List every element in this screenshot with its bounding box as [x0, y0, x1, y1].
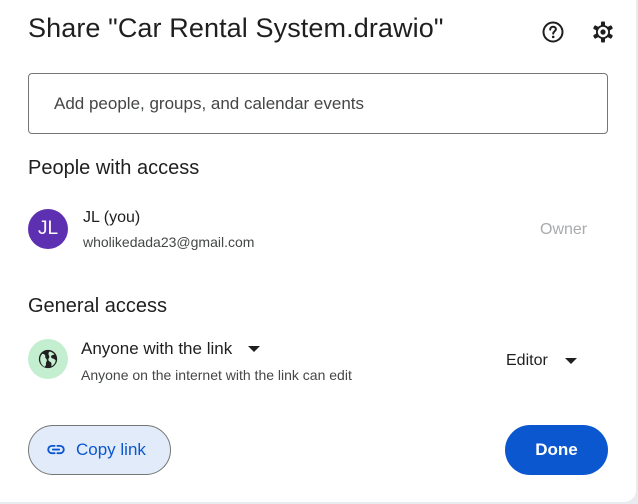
- avatar[interactable]: JL: [28, 209, 68, 249]
- person-name: JL (you): [83, 209, 141, 226]
- done-button[interactable]: Done: [505, 425, 608, 475]
- help-circle-icon: [542, 21, 564, 43]
- general-access-description: Anyone on the internet with the link can…: [81, 367, 352, 383]
- add-people-input[interactable]: [28, 73, 608, 134]
- general-access-heading: General access: [28, 295, 167, 317]
- copy-link-label: Copy link: [76, 440, 146, 459]
- caret-down-icon: [248, 346, 261, 352]
- general-access-scope: Anyone with the link: [81, 339, 233, 358]
- help-button[interactable]: [539, 18, 567, 46]
- gear-icon: [593, 21, 613, 43]
- globe-badge: [28, 339, 68, 379]
- dialog-title: Share "Car Rental System.drawio": [28, 13, 444, 43]
- people-with-access-heading: People with access: [28, 157, 200, 179]
- general-access-dropdown[interactable]: Anyone with the link: [81, 337, 261, 361]
- caret-down-icon: [564, 358, 577, 364]
- copy-link-button[interactable]: Copy link: [28, 425, 171, 475]
- person-email: wholikedada23@gmail.com: [83, 234, 255, 250]
- share-dialog: Share "Car Rental System.drawio" People …: [0, 0, 636, 502]
- role-label: Editor: [506, 352, 548, 369]
- role-dropdown[interactable]: Editor: [506, 349, 577, 373]
- done-label: Done: [535, 440, 578, 459]
- settings-button[interactable]: [589, 18, 617, 46]
- owner-role-label: Owner: [540, 221, 588, 238]
- globe-icon: [38, 349, 58, 369]
- link-icon: [47, 444, 65, 455]
